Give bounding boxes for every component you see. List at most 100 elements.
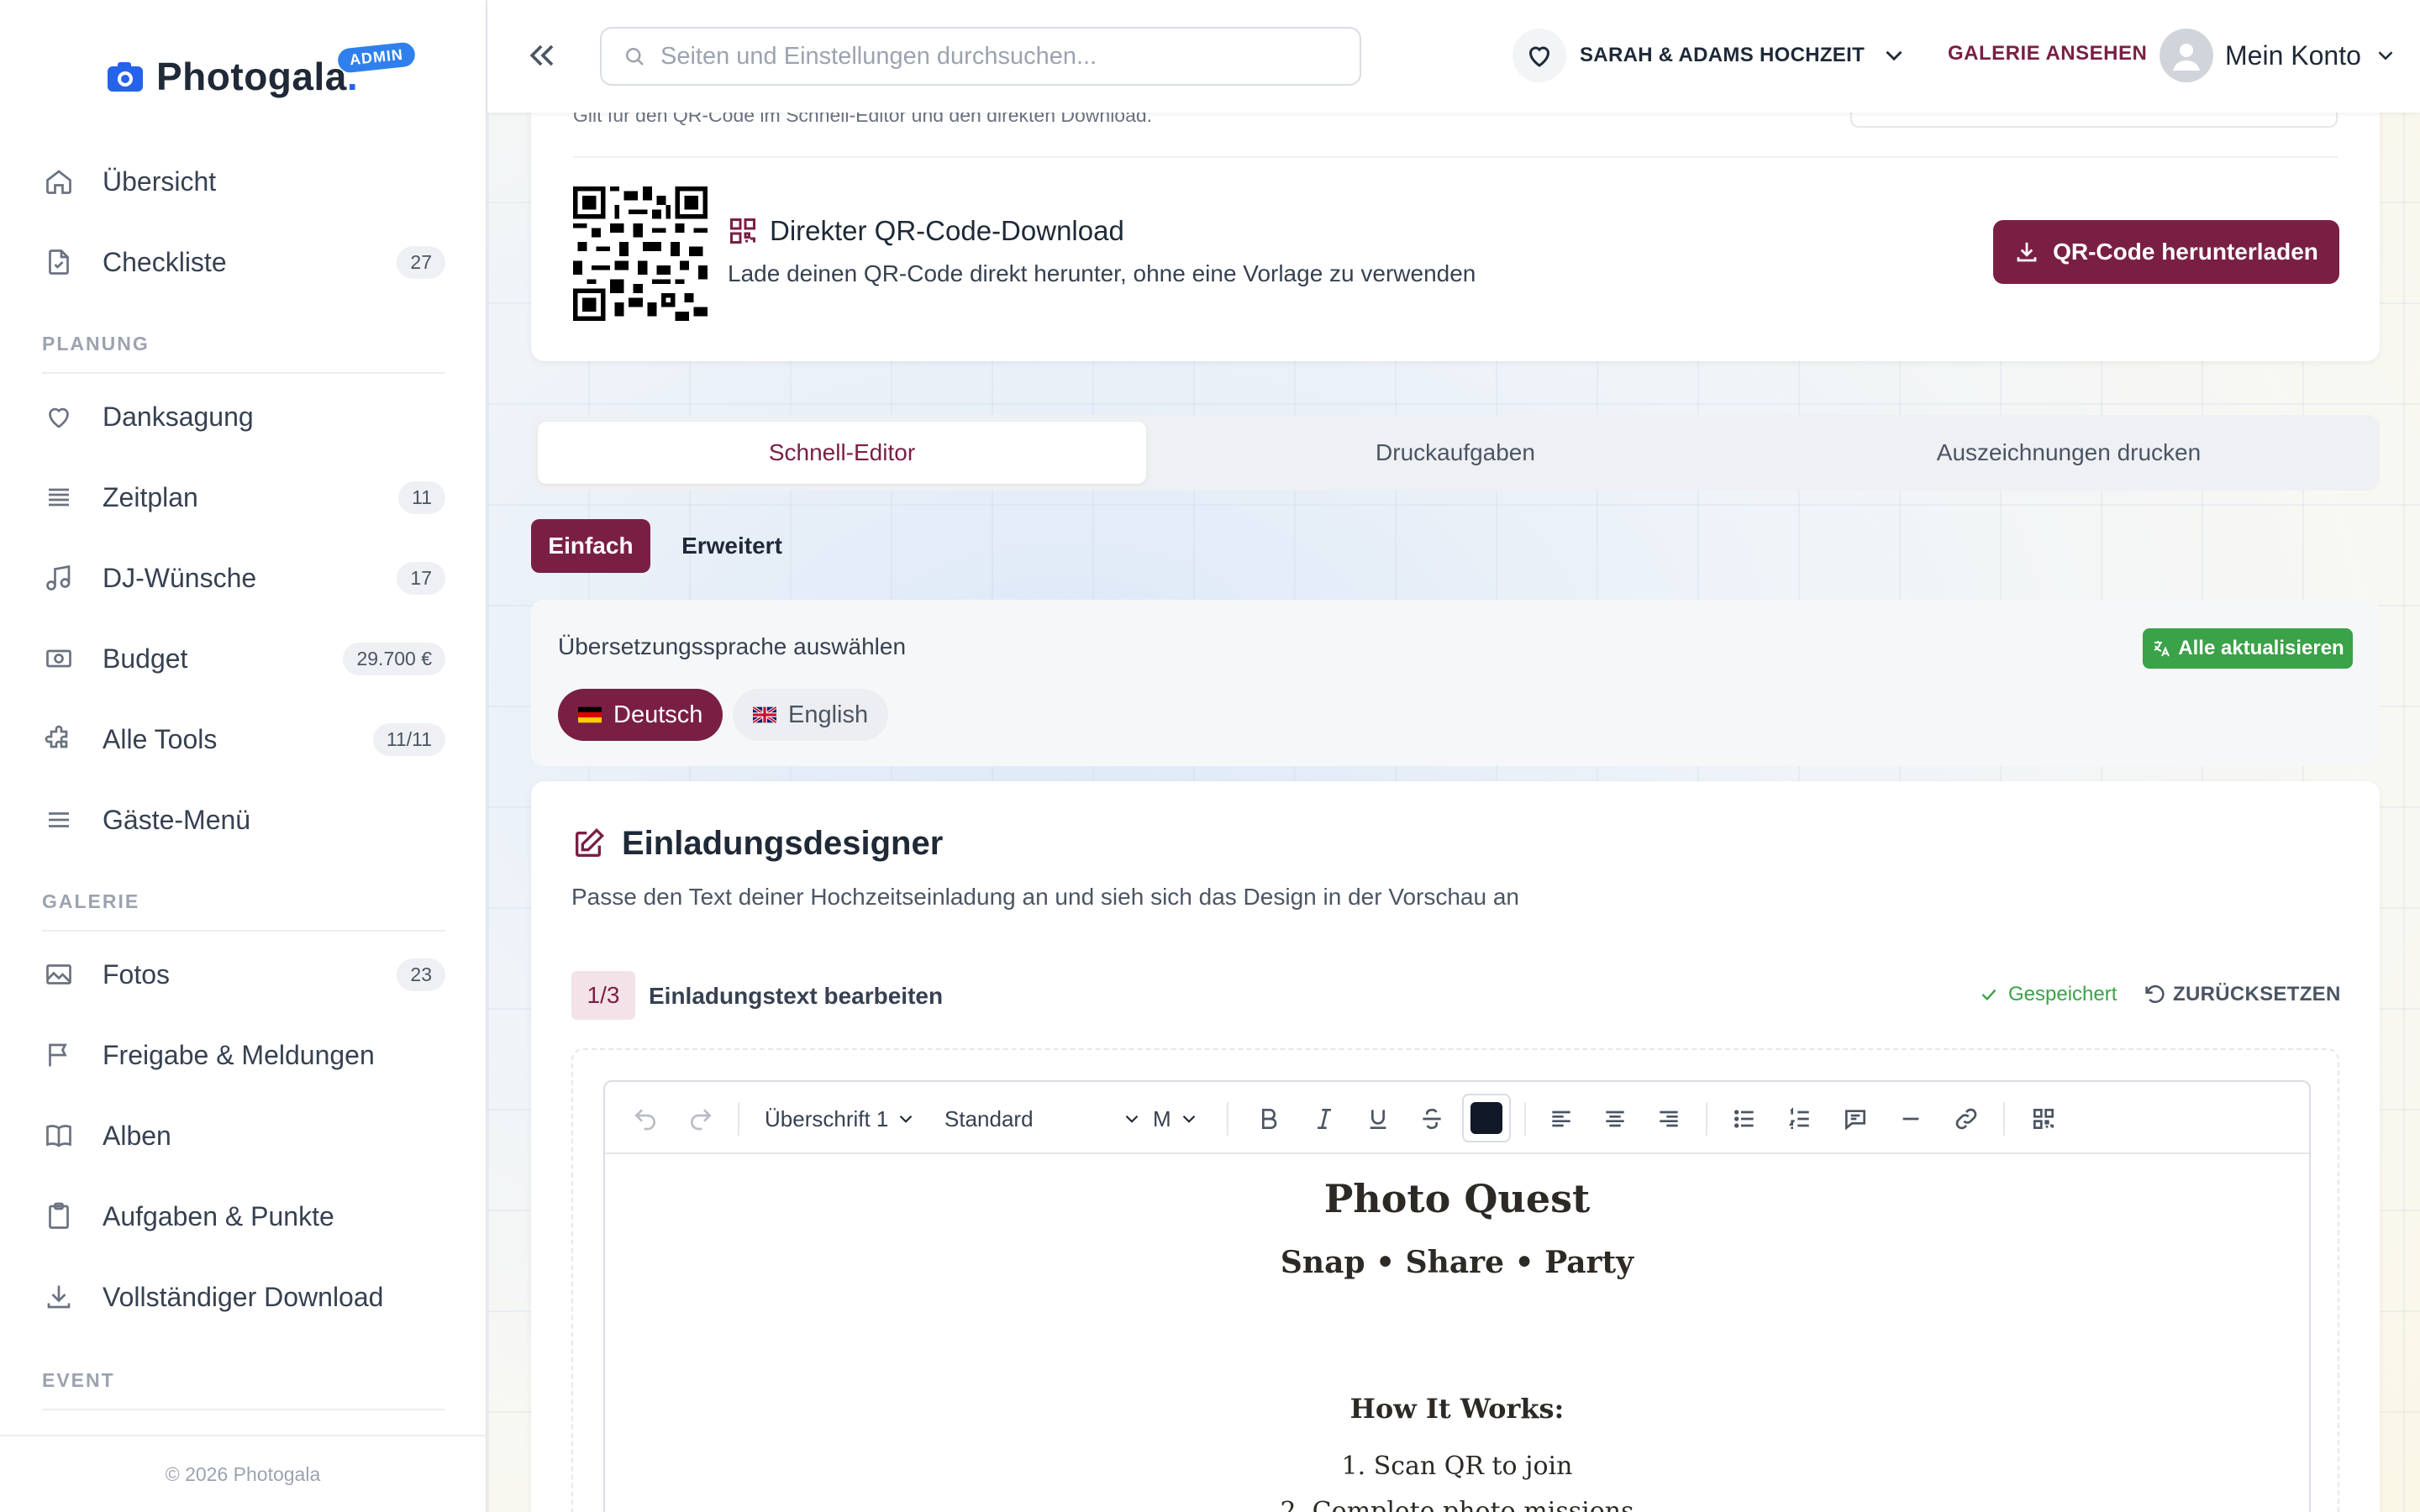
view-gallery-link[interactable]: GALERIE ANSEHEN [1948, 42, 2147, 66]
language-panel: Übersetzungssprache auswählen Alle aktua… [531, 600, 2380, 766]
download-icon [42, 1280, 76, 1314]
bold-button[interactable] [1250, 1100, 1287, 1137]
collapse-sidebar-button[interactable] [524, 37, 561, 74]
mode-simple-button[interactable]: Einfach [531, 519, 650, 573]
sidebar-item-label: Aufgaben & Punkte [103, 1200, 334, 1231]
redo-button[interactable] [682, 1100, 719, 1137]
text-color-picker[interactable] [1462, 1094, 1511, 1142]
sidebar-item-budget[interactable]: Budget 29.700 € [42, 633, 445, 684]
sidebar-item-label: DJ-Wünsche [103, 562, 257, 593]
color-swatch [1470, 1102, 1502, 1134]
undo-button[interactable] [627, 1100, 664, 1137]
sidebar-item-checkliste[interactable]: Checkliste 27 [42, 237, 445, 287]
avatar [2160, 29, 2213, 82]
size-select[interactable]: M [1153, 1100, 1200, 1137]
count-badge: 11 [398, 480, 445, 514]
update-all-button[interactable]: Alle aktualisieren [2143, 628, 2353, 669]
ordered-list-button[interactable] [1781, 1100, 1818, 1137]
mode-advanced-button[interactable]: Erweitert [664, 519, 800, 573]
chevron-down-icon [1125, 1115, 1139, 1123]
horizontal-rule-button[interactable] [1892, 1100, 1929, 1137]
italic-icon [1318, 1109, 1331, 1129]
sidebar-item-freigabe[interactable]: Freigabe & Meldungen [42, 1030, 445, 1080]
sidebar-item-fotos[interactable]: Fotos 23 [42, 949, 445, 1000]
invitation-heading: Photo Quest [1323, 1176, 1591, 1221]
comment-button[interactable] [1837, 1100, 1874, 1137]
align-center-button[interactable] [1597, 1100, 1634, 1137]
strikethrough-button[interactable] [1413, 1100, 1450, 1137]
tab-auszeichnungen[interactable]: Auszeichnungen drucken [1765, 422, 2373, 484]
search-input[interactable] [660, 42, 1360, 71]
ordered-list-icon [1788, 1107, 1809, 1129]
chevrons-left-icon [529, 45, 554, 66]
section-label-event: EVENT [42, 1369, 445, 1410]
brand-logo[interactable]: Photogala. [106, 54, 358, 99]
strikethrough-icon [1423, 1108, 1441, 1130]
saved-status: Gespeichert [1978, 983, 2117, 1006]
flag-de-icon [578, 706, 602, 723]
sidebar-item-zeitplan[interactable]: Zeitplan 11 [42, 472, 445, 522]
section-label-galerie: GALERIE [42, 890, 445, 932]
editor-tabs: Schnell-Editor Druckaufgaben Auszeichnun… [531, 415, 2380, 491]
bold-icon [1262, 1109, 1277, 1129]
step-title: Einladungstext bearbeiten [649, 983, 944, 1009]
font-select[interactable]: Standard [944, 1100, 1143, 1137]
align-right-button[interactable] [1650, 1100, 1687, 1137]
search-icon [626, 48, 644, 66]
toolbar-separator [1524, 1102, 1526, 1136]
bullet-list-button[interactable] [1726, 1100, 1763, 1137]
puzzle-icon [42, 722, 76, 756]
topbar: SARAH & ADAMS HOCHZEIT GALERIE ANSEHEN M… [487, 0, 2420, 113]
insert-qr-button[interactable] [2025, 1100, 2062, 1137]
timeline-icon [42, 480, 76, 514]
qr-title-row: Direkter QR-Code-Download [728, 215, 1124, 247]
section-label-planung: PLANUNG [42, 333, 445, 374]
heart-icon [42, 400, 76, 433]
tab-schnell-editor[interactable]: Schnell-Editor [538, 422, 1146, 484]
heading-select[interactable]: Überschrift 1 [765, 1100, 917, 1137]
sidebar-item-download[interactable]: Vollständiger Download [42, 1272, 445, 1322]
undo-icon [634, 1109, 655, 1131]
translate-icon [2154, 641, 2170, 657]
saved-label: Gespeichert [2008, 983, 2118, 1005]
sidebar-item-label: Checkliste [103, 246, 227, 277]
account-menu[interactable]: Mein Konto [2160, 29, 2398, 82]
sidebar-item-alle-tools[interactable]: Alle Tools 11/11 [42, 714, 445, 764]
sidebar-item-aufgaben[interactable]: Aufgaben & Punkte [42, 1191, 445, 1242]
editor-toolbar: Überschrift 1 Standard M [605, 1082, 2309, 1154]
sidebar: Photogala. ADMIN Übersicht Checkliste 27… [0, 0, 487, 1512]
sidebar-item-label: Fotos [103, 958, 171, 990]
count-badge: 17 [397, 561, 445, 595]
link-button[interactable] [1948, 1100, 1985, 1137]
sidebar-item-label: Übersicht [103, 165, 217, 197]
account-label: Mein Konto [2225, 39, 2361, 71]
heart-icon [1512, 29, 1566, 82]
rich-text-editor[interactable]: Überschrift 1 Standard M Photo Quest Sna… [603, 1080, 2311, 1512]
align-left-icon [1552, 1110, 1570, 1127]
event-selector[interactable]: SARAH & ADAMS HOCHZEIT [1512, 29, 1908, 82]
sidebar-item-uebersicht[interactable]: Übersicht [42, 156, 445, 207]
search-box[interactable] [600, 27, 1361, 86]
underline-button[interactable] [1360, 1100, 1397, 1137]
sidebar-item-dj-wuensche[interactable]: DJ-Wünsche 17 [42, 553, 445, 603]
download-qr-button[interactable]: QR-Code herunterladen [1993, 220, 2339, 284]
toolbar-separator [2003, 1102, 2005, 1136]
sidebar-item-label: Danksagung [103, 401, 254, 432]
italic-button[interactable] [1306, 1100, 1343, 1137]
sidebar-item-alben[interactable]: Alben [42, 1110, 445, 1161]
qr-code-icon [2033, 1109, 2054, 1129]
clipboard-icon [42, 1200, 76, 1233]
align-left-button[interactable] [1543, 1100, 1580, 1137]
size-select-value: M [1153, 1105, 1171, 1131]
reset-button[interactable]: ZURÜCKSETZEN [2143, 983, 2341, 1006]
underline-icon [1370, 1110, 1386, 1129]
horizontal-rule-icon [1902, 1117, 1919, 1121]
language-option-english[interactable]: English [733, 689, 889, 741]
sidebar-item-gaeste-menue[interactable]: Gäste-Menü [42, 795, 445, 845]
language-option-deutsch[interactable]: Deutsch [558, 689, 723, 741]
flag-icon [42, 1038, 76, 1072]
tab-druckaufgaben[interactable]: Druckaufgaben [1151, 422, 1760, 484]
sidebar-item-danksagung[interactable]: Danksagung [42, 391, 445, 442]
book-icon [42, 1119, 76, 1152]
redo-icon [691, 1109, 712, 1131]
